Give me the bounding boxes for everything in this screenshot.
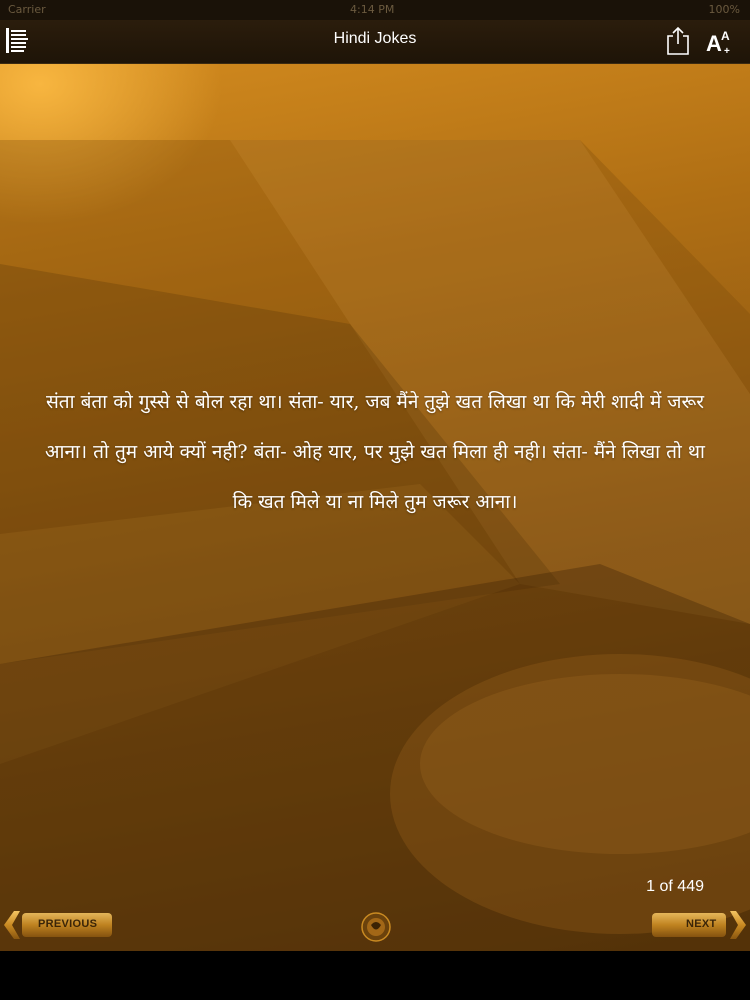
navigation-bar: Hindi Jokes A A + bbox=[0, 20, 750, 64]
font-size-icon: A A + bbox=[706, 29, 730, 57]
share-button[interactable] bbox=[666, 26, 690, 56]
status-bar: Carrier 4:14 PM 100% bbox=[0, 0, 750, 20]
next-button[interactable]: NEXT bbox=[652, 909, 746, 941]
battery-label: 100% bbox=[708, 3, 740, 16]
svg-text:A: A bbox=[706, 31, 722, 55]
svg-text:+: + bbox=[724, 46, 730, 55]
previous-button[interactable]: PREVIOUS bbox=[4, 909, 114, 941]
emblem-icon bbox=[361, 912, 391, 942]
font-size-button[interactable]: A A + bbox=[706, 27, 734, 57]
page-counter: 1 of 449 bbox=[646, 878, 704, 895]
joke-view: संता बंता को गुस्से से बोल रहा था। संता-… bbox=[0, 64, 750, 951]
joke-text: संता बंता को गुस्से से बोल रहा था। संता-… bbox=[45, 391, 705, 513]
carrier-label: Carrier bbox=[8, 3, 46, 16]
emblem-button[interactable] bbox=[361, 912, 391, 942]
svg-text:A: A bbox=[721, 29, 730, 43]
next-label: NEXT bbox=[686, 918, 717, 930]
share-icon bbox=[667, 26, 689, 55]
status-time: 4:14 PM bbox=[350, 3, 395, 16]
previous-label: PREVIOUS bbox=[38, 918, 98, 930]
page-title: Hindi Jokes bbox=[333, 30, 417, 47]
bottom-bar bbox=[0, 951, 750, 1000]
